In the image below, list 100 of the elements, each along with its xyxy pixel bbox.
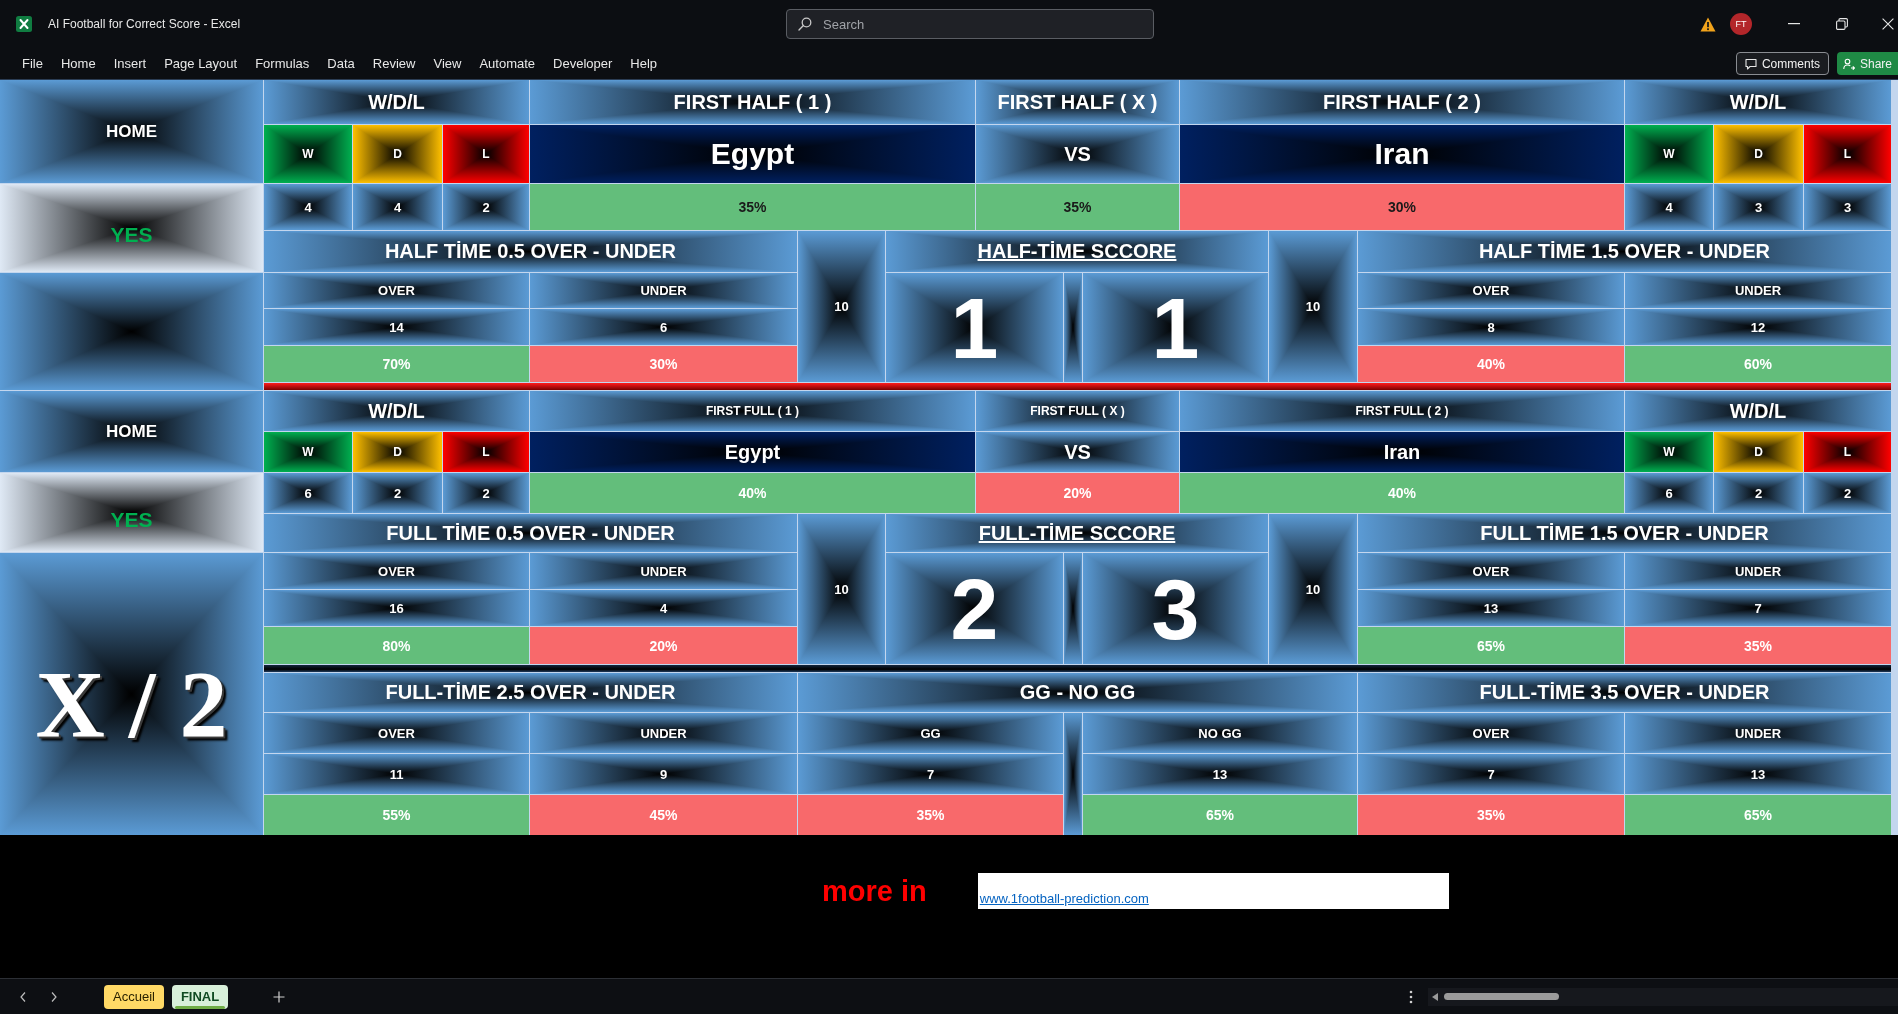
form-result-cell: D xyxy=(1714,432,1803,472)
chevron-left-icon[interactable] xyxy=(20,991,26,1002)
menu-tab[interactable]: Data xyxy=(327,56,355,71)
market-label-cell: OVER xyxy=(1358,553,1624,589)
minimize-icon[interactable] xyxy=(1788,23,1800,25)
account-avatar[interactable]: FT xyxy=(1730,13,1752,35)
score-header: HALF-TİME SCCORE xyxy=(886,231,1268,272)
market-label-cell: UNDER xyxy=(1625,553,1891,589)
status-cell: YES xyxy=(0,473,263,552)
percentage-cell: 20% xyxy=(530,627,797,664)
team-name-cell: Iran xyxy=(1180,125,1624,183)
percentage-cell: 40% xyxy=(530,473,975,513)
restore-icon[interactable] xyxy=(1836,18,1848,30)
team-name-cell: Iran xyxy=(1180,432,1624,472)
percentage-cell: 70% xyxy=(264,346,529,382)
menu-tab[interactable]: Review xyxy=(372,56,416,71)
market-header: FULL TİME 1.5 OVER - UNDER xyxy=(1358,514,1891,552)
market-count-cell: 7 xyxy=(1358,754,1624,794)
outcome-header: FIRST HALF ( 1 ) xyxy=(530,80,975,124)
form-count-cell: 2 xyxy=(1714,473,1803,513)
market-label-cell: UNDER xyxy=(1625,273,1891,308)
menu-tab[interactable]: Home xyxy=(60,56,96,71)
comments-button[interactable]: Comments xyxy=(1735,52,1829,75)
form-count-cell: 2 xyxy=(443,473,529,513)
menu-tab[interactable]: Help xyxy=(630,56,658,71)
market-count-cell: 7 xyxy=(1625,590,1891,626)
scrollbar-thumb[interactable] xyxy=(1444,993,1559,1000)
market-count-cell: 7 xyxy=(798,754,1063,794)
market-label-cell: UNDER xyxy=(530,553,797,589)
outcome-header: FIRST FULL ( 1 ) xyxy=(530,391,975,431)
percentage-cell: 40% xyxy=(1180,473,1624,513)
menu-tab[interactable]: View xyxy=(433,56,462,71)
percentage-cell: 80% xyxy=(264,627,529,664)
menu-tab[interactable]: Insert xyxy=(113,56,147,71)
market-label-cell: UNDER xyxy=(530,273,797,308)
percentage-cell: 45% xyxy=(530,795,797,835)
sheet-tab[interactable]: Accueil xyxy=(104,984,164,1009)
percentage-cell: 65% xyxy=(1625,795,1891,835)
outcome-header: FIRST FULL ( X ) xyxy=(976,391,1179,431)
market-count-cell: 16 xyxy=(264,590,529,626)
add-sheet-icon[interactable] xyxy=(273,990,286,1003)
market-header: FULL-TİME 2.5 OVER - UNDER xyxy=(264,673,797,712)
verdict-cell: X / 2 xyxy=(0,553,263,835)
total-cell: 10 xyxy=(1269,231,1357,382)
form-count-cell: 6 xyxy=(1625,473,1713,513)
form-count-cell: 4 xyxy=(353,184,442,230)
score-header: FULL-TİME SCCORE xyxy=(886,514,1268,552)
share-button[interactable]: Share xyxy=(1836,52,1898,75)
form-result-cell: L xyxy=(1804,432,1891,472)
website-link[interactable]: www.1football-prediction.com xyxy=(979,891,1149,906)
percentage-cell: 35% xyxy=(1625,627,1891,664)
scroll-left-icon[interactable] xyxy=(1432,992,1438,1001)
form-header: W/D/L xyxy=(264,391,529,431)
percentage-cell: 55% xyxy=(264,795,529,835)
form-result-cell: L xyxy=(443,125,529,183)
market-count-cell: 8 xyxy=(1358,309,1624,345)
market-header: FULL-TİME 3.5 OVER - UNDER xyxy=(1358,673,1891,712)
comment-icon xyxy=(1744,57,1757,70)
menu-tab[interactable]: Automate xyxy=(479,56,536,71)
form-count-cell: 6 xyxy=(264,473,352,513)
percentage-cell: 40% xyxy=(1358,346,1624,382)
warning-icon[interactable] xyxy=(1700,16,1716,32)
market-label-cell: OVER xyxy=(264,553,529,589)
side-label-cell: HOME xyxy=(0,391,263,472)
market-count-cell: 13 xyxy=(1358,590,1624,626)
market-label-cell: OVER xyxy=(264,273,529,308)
form-result-cell: L xyxy=(1804,125,1891,183)
team-name-cell: Egypt xyxy=(530,432,975,472)
score-digit-cell: 2 xyxy=(886,553,1063,664)
share-icon xyxy=(1842,57,1855,70)
menu-tab[interactable]: Developer xyxy=(553,56,613,71)
total-cell: 10 xyxy=(798,514,885,664)
close-icon[interactable] xyxy=(1882,18,1894,30)
menu-tab[interactable]: File xyxy=(22,56,43,71)
percentage-cell: 65% xyxy=(1083,795,1357,835)
versus-cell: VS xyxy=(976,125,1179,183)
menu-tab[interactable]: Page Layout xyxy=(164,56,238,71)
percentage-cell: 30% xyxy=(1180,184,1624,230)
percentage-cell: 35% xyxy=(1358,795,1624,835)
market-label-cell: GG xyxy=(798,713,1063,753)
more-in-label: more in xyxy=(822,874,927,909)
score-digit-cell: 1 xyxy=(1083,273,1268,382)
form-result-cell: D xyxy=(353,125,442,183)
market-header: HALF TİME 0.5 OVER - UNDER xyxy=(264,231,797,272)
sheet-tab[interactable]: FINAL xyxy=(171,984,229,1009)
chevron-right-icon[interactable] xyxy=(51,991,57,1002)
search-icon xyxy=(798,17,812,31)
menu-tab[interactable]: Formulas xyxy=(255,56,310,71)
form-count-cell: 3 xyxy=(1804,184,1891,230)
market-count-cell: 4 xyxy=(530,590,797,626)
form-result-cell: L xyxy=(443,432,529,472)
more-options-icon[interactable] xyxy=(1409,989,1413,1004)
form-result-cell: W xyxy=(264,125,352,183)
form-count-cell: 2 xyxy=(353,473,442,513)
market-count-cell: 9 xyxy=(530,754,797,794)
form-header: W/D/L xyxy=(1625,80,1891,124)
search-field[interactable]: Search xyxy=(786,9,1154,39)
market-count-cell: 11 xyxy=(264,754,529,794)
form-count-cell: 4 xyxy=(1625,184,1713,230)
market-header: FULL TİME 0.5 OVER - UNDER xyxy=(264,514,797,552)
